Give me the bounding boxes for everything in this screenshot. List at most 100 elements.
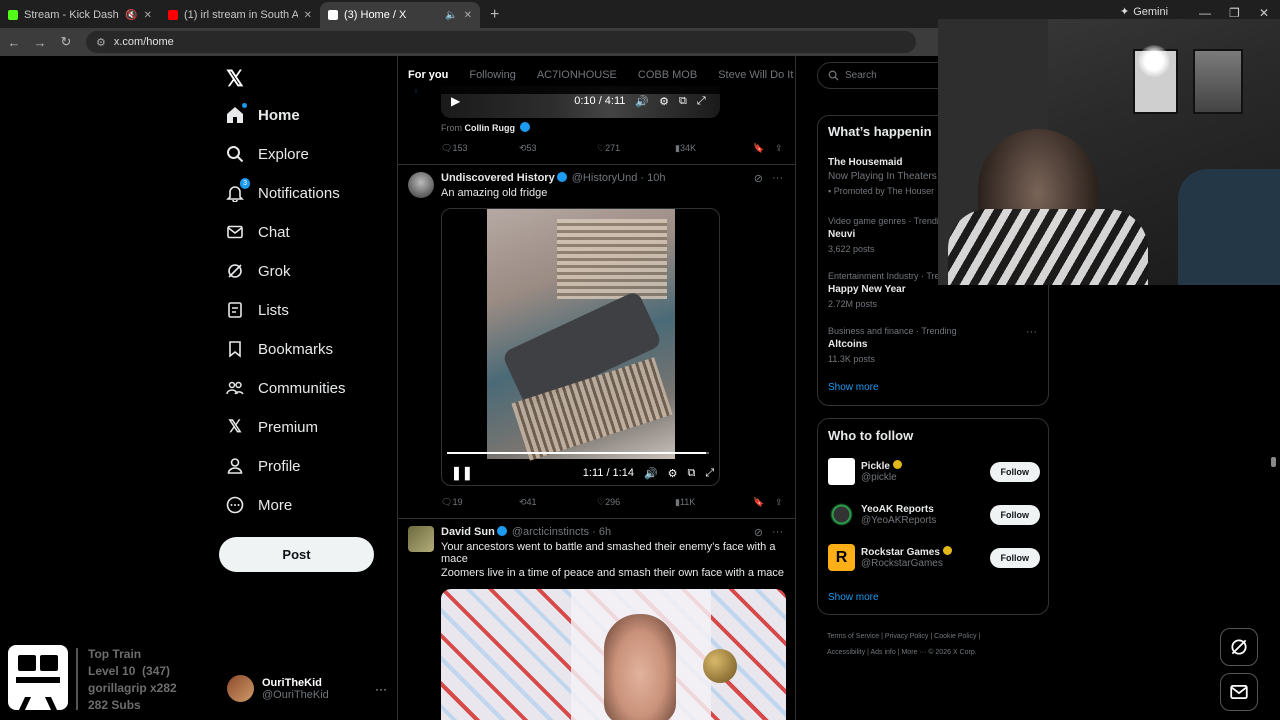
show-more-link[interactable]: Show more: [828, 592, 879, 603]
share-icon[interactable]: ⇪: [775, 497, 783, 508]
fullscreen-icon[interactable]: ⤢: [697, 95, 706, 108]
footer-link[interactable]: Cookie Policy: [934, 633, 976, 640]
views-button[interactable]: ▮ 11K: [675, 497, 695, 508]
grok-icon[interactable]: ⊘: [754, 172, 763, 185]
tweet-age[interactable]: · 10h: [640, 172, 665, 184]
footer-link[interactable]: Privacy Policy: [885, 633, 929, 640]
sidebar-item-explore[interactable]: Explore: [226, 145, 309, 163]
from-name[interactable]: Collin Rugg: [465, 123, 516, 133]
sidebar-item-more[interactable]: More: [226, 496, 292, 514]
trend-item[interactable]: The Housemaid Now Playing In Theaters ▪ …: [828, 156, 937, 198]
speaker-icon[interactable]: 🔈: [445, 10, 457, 21]
footer-link[interactable]: Ads info: [870, 649, 895, 656]
author-name[interactable]: David Sun: [441, 526, 495, 538]
pip-icon[interactable]: ⧉: [679, 95, 687, 108]
sidebar-item-chat[interactable]: Chat: [226, 223, 290, 241]
reload-icon[interactable]: ↻: [54, 34, 78, 50]
video-player[interactable]: [441, 208, 720, 486]
url-field[interactable]: ⚙ x.com/home: [86, 31, 916, 53]
like-button[interactable]: ♡ 296: [597, 497, 620, 508]
tab-x-home[interactable]: (3) Home / X 🔈 ✕: [320, 2, 480, 28]
play-icon[interactable]: ▶: [451, 94, 460, 108]
reply-button[interactable]: 🗨 153: [441, 143, 467, 154]
avatar[interactable]: [408, 172, 434, 198]
video-progress-track[interactable]: [447, 452, 709, 454]
follow-button[interactable]: Follow: [989, 461, 1040, 482]
show-more-link[interactable]: Show more: [828, 382, 879, 393]
share-icon[interactable]: ⇪: [775, 143, 783, 154]
volume-icon[interactable]: 🔊: [635, 95, 649, 108]
pip-icon[interactable]: ⧉: [688, 467, 696, 480]
volume-icon[interactable]: 🔊: [644, 467, 658, 480]
video-player[interactable]: [441, 589, 786, 720]
messages-button[interactable]: [1220, 673, 1258, 711]
tab-youtube[interactable]: (1) irl stream in South Africa za ✕: [160, 2, 320, 28]
grok-button[interactable]: [1220, 628, 1258, 666]
sidebar-item-lists[interactable]: Lists: [226, 301, 289, 319]
bookmark-icon[interactable]: 🔖: [753, 497, 764, 508]
bookmark-icon[interactable]: 🔖: [753, 143, 764, 154]
follow-suggestion[interactable]: Pickle @pickle Follow: [828, 458, 1040, 485]
post-button[interactable]: Post: [219, 537, 374, 572]
trend-item[interactable]: Video game genres · Trendin Neuvi 3,622 …: [828, 214, 944, 256]
x-logo-icon[interactable]: 𝕏: [226, 66, 244, 92]
sidebar-item-profile[interactable]: Profile: [226, 457, 301, 475]
grok-icon[interactable]: ⊘: [754, 526, 763, 539]
settings-icon[interactable]: ⚙: [659, 95, 669, 108]
follow-button[interactable]: Follow: [989, 504, 1040, 525]
scrollbar-thumb[interactable]: [1271, 457, 1276, 467]
close-icon[interactable]: ✕: [144, 10, 152, 21]
follow-button[interactable]: Follow: [989, 547, 1040, 568]
tab-for-you[interactable]: For you: [408, 69, 448, 81]
trend-item[interactable]: Business and finance · Trending Altcoins…: [828, 324, 957, 366]
tweet-age[interactable]: · 6h: [592, 526, 611, 538]
sidebar-item-notifications[interactable]: 3 Notifications: [226, 178, 340, 202]
repost-button[interactable]: ⟲ 53: [519, 143, 537, 154]
trend-item[interactable]: Entertainment Industry · Tre Happy New Y…: [828, 269, 940, 311]
tab-cobb-mob[interactable]: COBB MOB: [638, 69, 697, 81]
sidebar-item-home[interactable]: Home: [226, 103, 300, 124]
sidebar-item-bookmarks[interactable]: Bookmarks: [226, 340, 333, 358]
tab-steve-will-do-it[interactable]: Steve Will Do It Loyal: [718, 69, 795, 81]
minimize-icon[interactable]: —: [1199, 6, 1211, 20]
tab-kick[interactable]: Stream - Kick Dashboard 🔇 ✕: [0, 2, 160, 28]
close-window-icon[interactable]: ✕: [1259, 6, 1269, 20]
like-button[interactable]: ♡ 271: [597, 143, 620, 154]
reply-button[interactable]: 🗨 19: [441, 497, 462, 508]
follow-suggestion[interactable]: R Rockstar Games @RockstarGames Follow: [828, 544, 1040, 571]
close-icon[interactable]: ✕: [464, 10, 472, 21]
footer-link[interactable]: Terms of Service: [827, 633, 879, 640]
sidebar-item-grok[interactable]: Grok: [226, 262, 291, 280]
fullscreen-icon[interactable]: ⤢: [705, 467, 714, 480]
forward-icon[interactable]: →: [28, 35, 52, 50]
more-dots-icon[interactable]: ···: [772, 526, 783, 538]
new-tab-button[interactable]: +: [480, 6, 509, 28]
footer-link[interactable]: More ···: [901, 649, 926, 656]
sidebar-item-communities[interactable]: Communities: [226, 379, 346, 397]
author-handle[interactable]: @HistoryUnd: [572, 172, 638, 184]
footer-link[interactable]: Accessibility: [827, 649, 865, 656]
settings-icon[interactable]: ⚙: [668, 467, 678, 480]
close-icon[interactable]: ✕: [304, 10, 312, 21]
views-button[interactable]: ▮ 34K: [675, 143, 696, 154]
avatar[interactable]: [408, 526, 434, 552]
maximize-icon[interactable]: ❐: [1229, 6, 1240, 20]
muted-icon[interactable]: 🔇: [125, 10, 137, 21]
more-dots-icon[interactable]: ···: [772, 172, 783, 184]
author-handle[interactable]: @arcticinstincts: [512, 526, 589, 538]
follow-suggestion[interactable]: YeoAK Reports @YeoAKReports Follow: [828, 501, 1040, 528]
tweet-header: David Sun @arcticinstincts · 6h: [441, 526, 611, 538]
more-dots-icon[interactable]: ···: [1026, 326, 1037, 338]
account-switcher[interactable]: OuriTheKid @OuriTheKid ···: [227, 675, 387, 702]
tab-ac7ionhouse[interactable]: AC7IONHOUSE: [537, 69, 617, 81]
author-name[interactable]: Undiscovered History: [441, 172, 555, 184]
repost-button[interactable]: ⟲ 41: [519, 497, 537, 508]
sidebar-item-premium[interactable]: 𝕏 Premium: [226, 417, 318, 436]
more-dots-icon[interactable]: ···: [375, 682, 387, 696]
pause-icon[interactable]: ❚❚: [451, 465, 473, 481]
repost-count: 41: [526, 497, 537, 507]
back-icon[interactable]: ←: [2, 35, 26, 50]
site-info-icon[interactable]: ⚙: [96, 36, 106, 49]
gemini-button[interactable]: ✦ Gemini: [1120, 5, 1168, 19]
tab-following[interactable]: Following: [469, 69, 515, 81]
